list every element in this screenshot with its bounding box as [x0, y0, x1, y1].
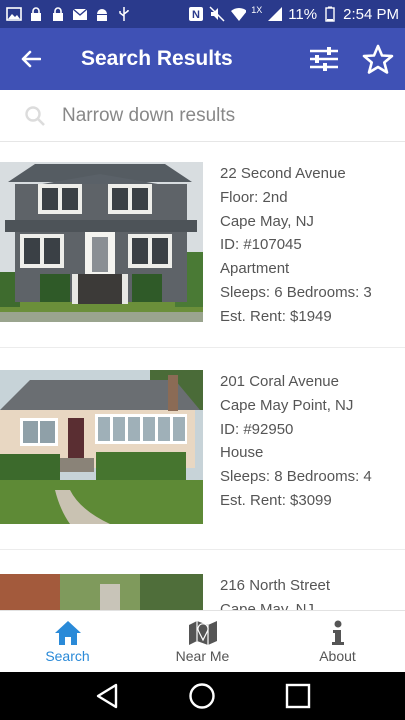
result-details: 201 Coral Avenue Cape May Point, NJ ID: …: [203, 370, 372, 549]
house-photo: [0, 370, 203, 524]
signal-icon: [267, 6, 283, 22]
result-city: Cape May, NJ: [220, 212, 314, 230]
result-item[interactable]: 22 Second Avenue Floor: 2nd Cape May, NJ…: [0, 142, 405, 348]
back-triangle-icon[interactable]: [95, 683, 119, 709]
mail-icon: [72, 6, 88, 22]
result-id: ID: #92950: [220, 420, 294, 438]
result-city: Cape May Point, NJ: [220, 396, 354, 414]
nav-label: Near Me: [175, 647, 230, 664]
favorite-button[interactable]: [351, 28, 405, 90]
nav-near-me[interactable]: Near Me: [135, 611, 270, 672]
back-button[interactable]: [0, 28, 62, 90]
usb-icon: [116, 6, 132, 22]
home-icon: [54, 620, 81, 645]
search-input[interactable]: [62, 104, 362, 127]
house-photo: [0, 574, 203, 610]
nfc-icon: N: [188, 6, 204, 22]
result-sleeps-bedrooms: Sleeps: 6 Bedrooms: 3: [220, 283, 372, 301]
lock-icon: [50, 6, 66, 22]
system-nav-bar: [0, 672, 405, 720]
battery-icon: [322, 6, 338, 22]
result-type: Apartment: [220, 260, 290, 278]
arrow-back-icon: [21, 50, 41, 68]
result-details: 22 Second Avenue Floor: 2nd Cape May, NJ…: [203, 162, 372, 347]
wifi-icon: [230, 6, 247, 22]
result-item[interactable]: 201 Coral Avenue Cape May Point, NJ ID: …: [0, 348, 405, 550]
star-outline-icon: [362, 44, 394, 74]
result-sleeps-bedrooms: Sleeps: 8 Bedrooms: 4: [220, 468, 372, 486]
status-bar: N 1X 11% 2:54 PM: [0, 0, 405, 28]
result-address: 201 Coral Avenue: [220, 373, 339, 390]
page-title: Search Results: [81, 47, 233, 70]
battery-percent: 11%: [288, 5, 318, 23]
sliders-icon: [310, 47, 338, 71]
result-details: 216 North Street Cape May, NJ: [203, 574, 330, 610]
house-photo: [0, 162, 203, 322]
result-rent: Est. Rent: $1949: [220, 307, 332, 325]
android-icon: [94, 6, 110, 22]
recents-square-icon[interactable]: [285, 683, 311, 709]
result-type: House: [220, 444, 264, 462]
nav-about[interactable]: About: [270, 611, 405, 672]
gallery-icon: [6, 6, 22, 22]
lock-icon: [28, 6, 44, 22]
map-icon: [188, 620, 217, 645]
result-item[interactable]: 216 North Street Cape May, NJ: [0, 550, 405, 610]
result-address: 216 North Street: [220, 577, 331, 594]
svg-text:N: N: [192, 9, 200, 21]
filter-button[interactable]: [297, 28, 351, 90]
nav-label: Search: [45, 647, 90, 664]
search-bar: [0, 90, 405, 142]
search-icon: [25, 105, 45, 126]
result-city: Cape May, NJ: [220, 600, 314, 610]
info-icon: [331, 620, 344, 645]
results-list: 22 Second Avenue Floor: 2nd Cape May, NJ…: [0, 142, 405, 610]
nav-search[interactable]: Search: [0, 611, 135, 672]
mute-icon: [209, 6, 225, 22]
nav-label: About: [319, 647, 356, 664]
result-id: ID: #107045: [220, 236, 302, 254]
clock: 2:54 PM: [343, 5, 399, 23]
result-floor: Floor: 2nd: [220, 188, 288, 206]
result-address: 22 Second Avenue: [220, 165, 346, 182]
network-type: 1X: [251, 5, 263, 15]
bottom-nav: Search Near Me About: [0, 610, 405, 672]
app-bar: Search Results: [0, 28, 405, 90]
home-circle-icon[interactable]: [188, 682, 216, 710]
result-rent: Est. Rent: $3099: [220, 491, 332, 509]
